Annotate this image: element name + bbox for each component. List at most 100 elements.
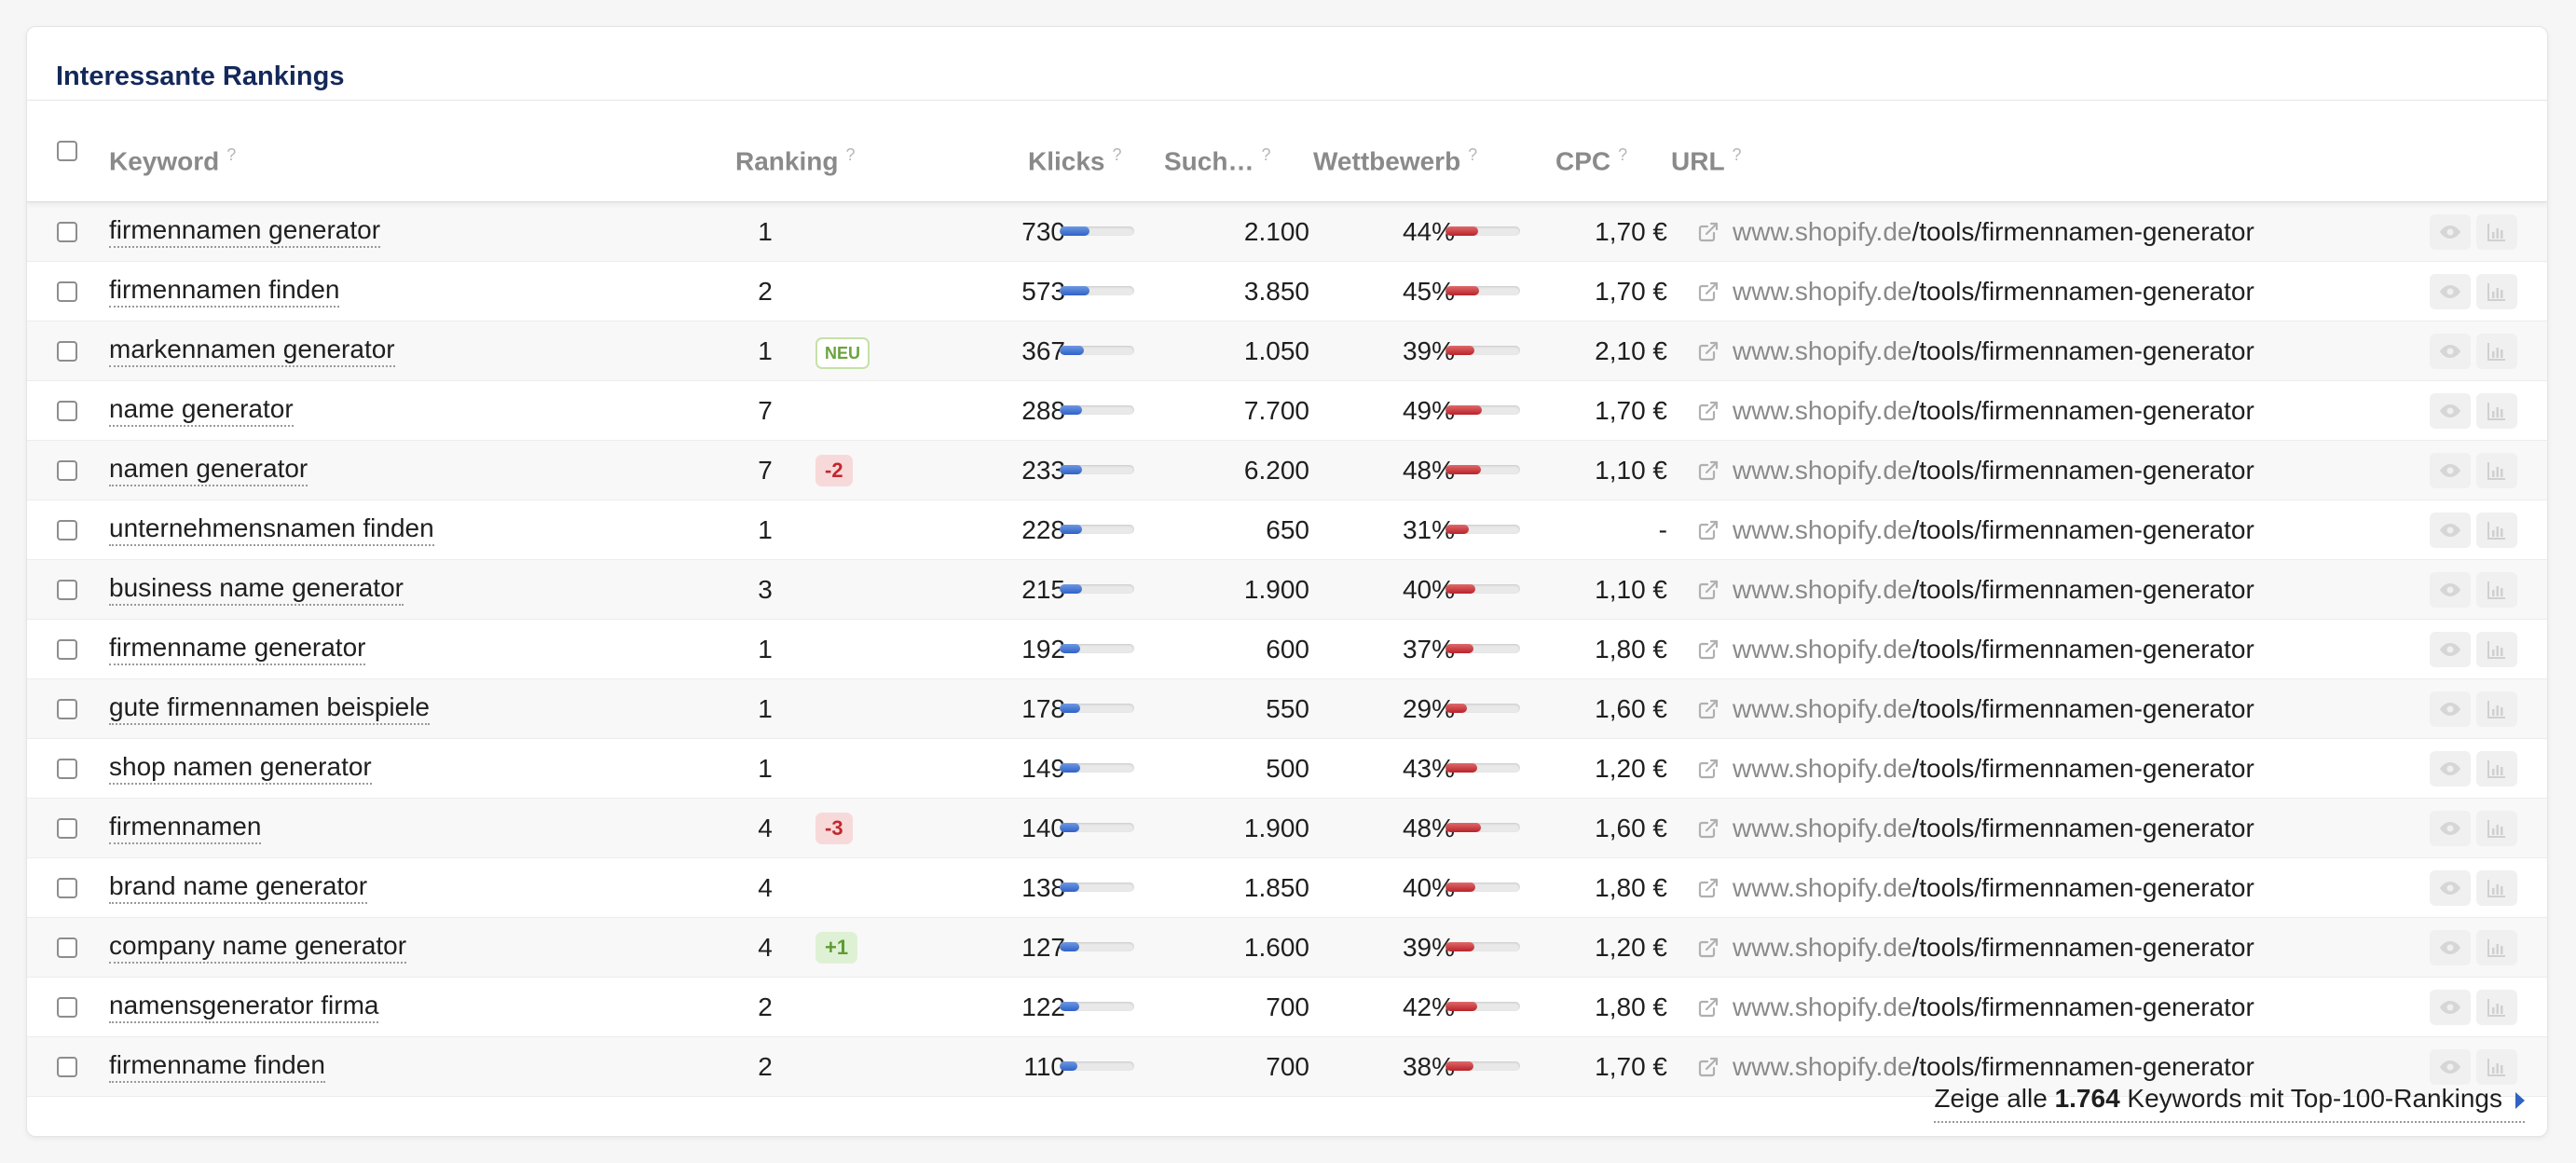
- eye-button[interactable]: [2430, 274, 2471, 309]
- row-checkbox[interactable]: [57, 937, 77, 958]
- chart-button[interactable]: [2476, 632, 2517, 667]
- keyword-link[interactable]: gute firmennamen beispiele: [109, 691, 430, 725]
- column-header-klicks[interactable]: Klicks?: [1028, 101, 1122, 201]
- chart-button[interactable]: [2476, 453, 2517, 488]
- external-link-icon[interactable]: [1697, 519, 1720, 541]
- external-link-icon[interactable]: [1697, 221, 1720, 243]
- external-link-icon[interactable]: [1697, 877, 1720, 899]
- row-checkbox[interactable]: [57, 818, 77, 839]
- chart-button[interactable]: [2476, 334, 2517, 369]
- keyword-link[interactable]: brand name generator: [109, 870, 368, 904]
- ranking-url[interactable]: www.shopify.de/tools/firmennamen-generat…: [1733, 560, 2254, 620]
- row-checkbox[interactable]: [57, 580, 77, 600]
- keyword-link[interactable]: firmenname generator: [109, 632, 366, 665]
- chart-button[interactable]: [2476, 870, 2517, 906]
- table-row[interactable]: brand name generator 4 138 1.850 40% 1,8…: [27, 858, 2547, 918]
- column-header-wettbewerb[interactable]: Wettbewerb?: [1313, 101, 1477, 201]
- table-row[interactable]: business name generator 3 215 1.900 40% …: [27, 560, 2547, 620]
- row-checkbox[interactable]: [57, 1057, 77, 1077]
- row-checkbox[interactable]: [57, 639, 77, 660]
- help-icon[interactable]: ?: [845, 145, 855, 164]
- show-all-keywords-link[interactable]: Zeige alle 1.764 Keywords mit Top-100-Ra…: [1934, 1080, 2525, 1123]
- keyword-link[interactable]: firmenname finden: [109, 1049, 325, 1083]
- external-link-icon[interactable]: [1697, 937, 1720, 959]
- ranking-url[interactable]: www.shopify.de/tools/firmennamen-generat…: [1733, 202, 2254, 262]
- eye-button[interactable]: [2430, 334, 2471, 369]
- keyword-link[interactable]: unternehmensnamen finden: [109, 513, 434, 546]
- column-header-ranking[interactable]: Ranking?: [735, 101, 855, 201]
- eye-button[interactable]: [2430, 453, 2471, 488]
- external-link-icon[interactable]: [1697, 698, 1720, 720]
- eye-button[interactable]: [2430, 691, 2471, 727]
- chart-button[interactable]: [2476, 751, 2517, 787]
- row-checkbox[interactable]: [57, 341, 77, 362]
- row-checkbox[interactable]: [57, 401, 77, 421]
- keyword-link[interactable]: firmennamen: [109, 811, 262, 844]
- eye-button[interactable]: [2430, 990, 2471, 1025]
- ranking-url[interactable]: www.shopify.de/tools/firmennamen-generat…: [1733, 500, 2254, 560]
- row-checkbox[interactable]: [57, 222, 77, 242]
- help-icon[interactable]: ?: [1113, 145, 1122, 164]
- table-row[interactable]: shop namen generator 1 149 500 43% 1,20 …: [27, 739, 2547, 799]
- column-header-suchvolumen[interactable]: Such…?: [1164, 101, 1270, 201]
- row-checkbox[interactable]: [57, 997, 77, 1018]
- external-link-icon[interactable]: [1697, 817, 1720, 840]
- chart-button[interactable]: [2476, 691, 2517, 727]
- external-link-icon[interactable]: [1697, 579, 1720, 601]
- eye-button[interactable]: [2430, 811, 2471, 846]
- ranking-url[interactable]: www.shopify.de/tools/firmennamen-generat…: [1733, 978, 2254, 1037]
- row-checkbox[interactable]: [57, 878, 77, 898]
- keyword-link[interactable]: business name generator: [109, 572, 404, 606]
- table-row[interactable]: namen generator 7 -2 233 6.200 48% 1,10 …: [27, 441, 2547, 500]
- ranking-url[interactable]: www.shopify.de/tools/firmennamen-generat…: [1733, 262, 2254, 322]
- help-icon[interactable]: ?: [1468, 145, 1477, 164]
- ranking-url[interactable]: www.shopify.de/tools/firmennamen-generat…: [1733, 918, 2254, 978]
- help-icon[interactable]: ?: [1261, 145, 1270, 164]
- external-link-icon[interactable]: [1697, 1056, 1720, 1078]
- chart-button[interactable]: [2476, 811, 2517, 846]
- keyword-link[interactable]: firmennamen generator: [109, 214, 381, 248]
- keyword-link[interactable]: namensgenerator firma: [109, 990, 379, 1023]
- ranking-url[interactable]: www.shopify.de/tools/firmennamen-generat…: [1733, 679, 2254, 739]
- table-row[interactable]: firmennamen 4 -3 140 1.900 48% 1,60 € ww…: [27, 799, 2547, 858]
- external-link-icon[interactable]: [1697, 758, 1720, 780]
- row-checkbox[interactable]: [57, 699, 77, 719]
- chart-button[interactable]: [2476, 214, 2517, 250]
- ranking-url[interactable]: www.shopify.de/tools/firmennamen-generat…: [1733, 322, 2254, 381]
- external-link-icon[interactable]: [1697, 638, 1720, 661]
- keyword-link[interactable]: firmennamen finden: [109, 274, 340, 308]
- keyword-link[interactable]: namen generator: [109, 453, 308, 486]
- eye-button[interactable]: [2430, 393, 2471, 429]
- help-icon[interactable]: ?: [1733, 145, 1742, 164]
- external-link-icon[interactable]: [1697, 459, 1720, 482]
- ranking-url[interactable]: www.shopify.de/tools/firmennamen-generat…: [1733, 739, 2254, 799]
- table-row[interactable]: gute firmennamen beispiele 1 178 550 29%…: [27, 679, 2547, 739]
- ranking-url[interactable]: www.shopify.de/tools/firmennamen-generat…: [1733, 381, 2254, 441]
- table-row[interactable]: firmenname generator 1 192 600 37% 1,80 …: [27, 620, 2547, 679]
- select-all-checkbox[interactable]: [57, 141, 77, 161]
- keyword-link[interactable]: markennamen generator: [109, 334, 395, 367]
- column-header-keyword[interactable]: Keyword?: [109, 101, 236, 201]
- external-link-icon[interactable]: [1697, 996, 1720, 1019]
- ranking-url[interactable]: www.shopify.de/tools/firmennamen-generat…: [1733, 799, 2254, 858]
- eye-button[interactable]: [2430, 214, 2471, 250]
- eye-button[interactable]: [2430, 513, 2471, 548]
- chart-button[interactable]: [2476, 393, 2517, 429]
- chart-button[interactable]: [2476, 572, 2517, 608]
- keyword-link[interactable]: name generator: [109, 393, 294, 427]
- keyword-link[interactable]: shop namen generator: [109, 751, 372, 785]
- chart-button[interactable]: [2476, 990, 2517, 1025]
- row-checkbox[interactable]: [57, 281, 77, 302]
- column-header-cpc[interactable]: CPC?: [1555, 101, 1627, 201]
- table-row[interactable]: company name generator 4 +1 127 1.600 39…: [27, 918, 2547, 978]
- chart-button[interactable]: [2476, 513, 2517, 548]
- external-link-icon[interactable]: [1697, 400, 1720, 422]
- table-row[interactable]: namensgenerator firma 2 122 700 42% 1,80…: [27, 978, 2547, 1037]
- eye-button[interactable]: [2430, 870, 2471, 906]
- help-icon[interactable]: ?: [226, 145, 236, 164]
- row-checkbox[interactable]: [57, 520, 77, 540]
- eye-button[interactable]: [2430, 751, 2471, 787]
- ranking-url[interactable]: www.shopify.de/tools/firmennamen-generat…: [1733, 858, 2254, 918]
- ranking-url[interactable]: www.shopify.de/tools/firmennamen-generat…: [1733, 620, 2254, 679]
- eye-button[interactable]: [2430, 632, 2471, 667]
